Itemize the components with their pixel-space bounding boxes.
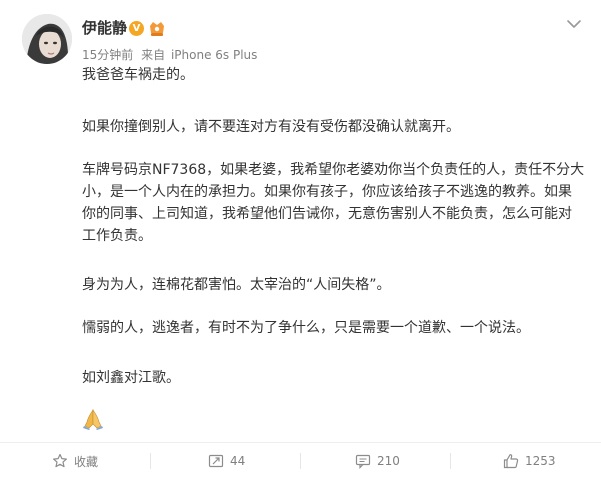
action-divider — [450, 453, 451, 469]
comment-button[interactable]: 210 — [355, 443, 400, 479]
favorite-button[interactable]: 收藏 — [52, 443, 98, 479]
text-line: 车牌号码京NF7368，如果老婆，我希望你老婆劝你当个负责任的人，责任不分大 — [82, 162, 585, 178]
post-text-paragraph: 懦弱的人，逃逸者，有时不为了争什么，只是需要一个道歉、一个说法。 — [82, 317, 582, 339]
comment-icon — [355, 454, 371, 469]
post-text-paragraph: 如果你撞倒别人，请不要连对方有没有受伤都没确认就离开。 — [82, 116, 582, 138]
like-count: 1253 — [525, 454, 556, 468]
text-line: 如刘鑫对江歌。 — [82, 370, 180, 386]
avatar-image — [22, 14, 72, 64]
author-name[interactable]: 伊能静 — [82, 18, 127, 38]
text-line: 如果你撞倒别人，请不要连对方有没有受伤都没确认就离开。 — [82, 119, 460, 135]
text-line: 工作负责。 — [82, 228, 152, 244]
repost-button[interactable]: 44 — [208, 443, 245, 479]
comment-count: 210 — [377, 454, 400, 468]
post-source[interactable]: iPhone 6s Plus — [171, 48, 257, 62]
post-meta: 15分钟前 来自 iPhone 6s Plus — [82, 47, 261, 63]
post-text-paragraph: 我爸爸车祸走的。 — [82, 64, 582, 86]
action-divider — [150, 453, 151, 469]
pray-hands-emoji-icon — [83, 409, 103, 430]
action-divider — [300, 453, 301, 469]
repost-count: 44 — [230, 454, 246, 468]
post-text-paragraph: 身为为人，连棉花都害怕。太宰治的“人间失格”。 — [82, 274, 582, 296]
like-button[interactable]: 1253 — [503, 443, 556, 479]
text-line: 你的同事、上司知道，我希望他们告诫你，无意伤害别人不能负责，怎么可能对 — [82, 206, 572, 222]
verified-badge-icon: V — [129, 21, 144, 36]
source-prefix: 来自 — [141, 48, 166, 62]
chevron-down-icon[interactable] — [566, 16, 582, 32]
repost-icon — [208, 454, 224, 468]
text-line: 懦弱的人，逃逸者，有时不为了争什么，只是需要一个道歉、一个说法。 — [82, 320, 530, 336]
weibo-post-card: 伊能静 V 15分钟前 来自 iPhone 6s Plus 我爸爸车祸走的。 如… — [0, 0, 601, 479]
avatar[interactable] — [22, 14, 72, 64]
post-actions-bar: 收藏 44 210 1253 — [0, 442, 601, 479]
thumbs-up-icon — [503, 454, 519, 469]
text-line: 身为为人，连棉花都害怕。太宰治的“人间失格”。 — [82, 277, 391, 293]
text-line: 小，是一个人内在的承担力。如果你有孩子，你应该给孩子不逃逸的教养。如果 — [82, 184, 572, 200]
text-line: 我爸爸车祸走的。 — [82, 67, 194, 83]
post-text-paragraph: 如刘鑫对江歌。 — [82, 367, 582, 389]
favorite-label: 收藏 — [74, 454, 99, 469]
post-text-paragraph: 车牌号码京NF7368，如果老婆，我希望你老婆劝你当个负责任的人，责任不分大 小… — [82, 159, 585, 247]
member-badge-icon — [150, 22, 164, 36]
post-time[interactable]: 15分钟前 — [82, 48, 133, 62]
star-icon — [53, 453, 67, 468]
